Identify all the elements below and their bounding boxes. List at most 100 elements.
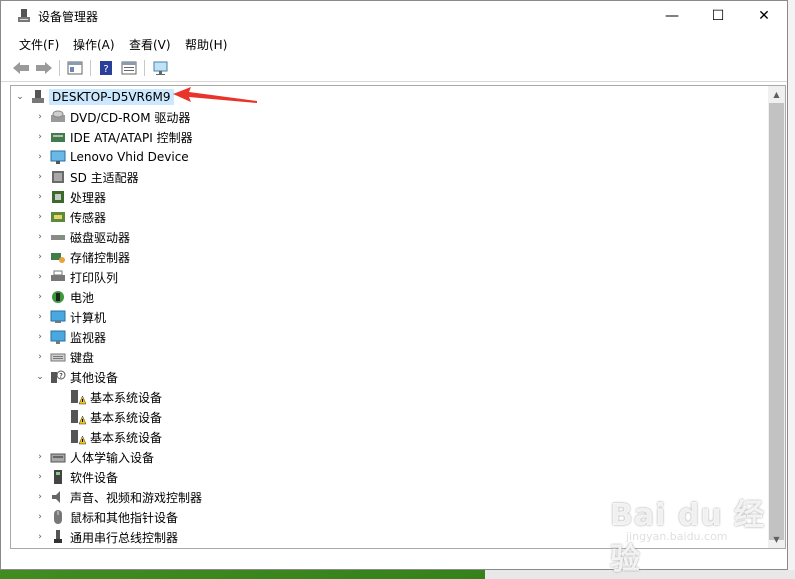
tree-category[interactable]: › IDE ATA/ATAPI 控制器 — [35, 127, 192, 147]
tree-category[interactable]: › SD 主适配器 — [35, 167, 139, 187]
toolbar-separator — [144, 60, 145, 76]
watermark-url: jingyan.baidu.com — [626, 530, 728, 543]
scan-hardware-button[interactable] — [151, 59, 171, 77]
software-device-icon — [50, 469, 66, 485]
expand-chevron-icon[interactable]: › — [35, 272, 45, 282]
warning-device-icon — [70, 409, 87, 425]
tree-item-label: Lenovo Vhid Device — [70, 150, 189, 164]
expand-chevron-icon[interactable]: › — [35, 352, 45, 362]
tree-category[interactable]: › 键盘 — [35, 347, 94, 367]
collapse-chevron-icon[interactable]: ⌄ — [15, 92, 25, 102]
tree-item-label: 打印队列 — [70, 270, 119, 285]
menu-view[interactable]: 查看(V) — [129, 36, 171, 53]
scroll-up-arrow-icon[interactable]: ▲ — [768, 86, 785, 103]
expand-chevron-icon[interactable]: › — [35, 332, 45, 342]
collapse-chevron-icon[interactable]: ⌄ — [35, 372, 45, 382]
tree-category[interactable]: › 鼠标和其他指针设备 — [35, 507, 178, 527]
device-manager-window: 设备管理器 — ☐ ✕ 文件(F) 操作(A) 查看(V) 帮助(H) ? ⌄ … — [0, 0, 788, 570]
tree-item-label: 鼠标和其他指针设备 — [70, 510, 179, 525]
tree-category[interactable]: › 软件设备 — [35, 467, 118, 487]
help-button[interactable]: ? — [96, 59, 116, 77]
properties-icon — [121, 61, 137, 75]
expand-chevron-icon[interactable]: › — [35, 152, 45, 162]
tree-category[interactable]: › 磁盘驱动器 — [35, 227, 130, 247]
scroll-thumb[interactable] — [769, 103, 784, 540]
tree-item-label: 传感器 — [70, 210, 107, 225]
expand-chevron-icon[interactable]: › — [35, 492, 45, 502]
annotation-arrow-icon — [173, 87, 257, 103]
tree-root-computer[interactable]: ⌄ DESKTOP-D5VR6M9 — [15, 87, 174, 107]
right-gutter — [788, 0, 795, 570]
tree-category[interactable]: › 计算机 — [35, 307, 106, 327]
processor-icon — [50, 189, 66, 205]
tree-device-item[interactable]: 基本系统设备 — [55, 387, 162, 407]
tree-category[interactable]: ⌄? 其他设备 — [35, 367, 118, 387]
ide-controller-icon — [50, 129, 66, 145]
sd-adapter-icon — [50, 169, 66, 185]
tree-category[interactable]: › 通用串行总线控制器 — [35, 527, 178, 547]
device-tree: ⌄ DESKTOP-D5VR6M9 › DVD/CD-ROM 驱动器 › IDE ATA/… — [10, 85, 786, 549]
expand-chevron-icon[interactable]: › — [35, 192, 45, 202]
expand-chevron-icon[interactable]: › — [35, 512, 45, 522]
expand-chevron-icon[interactable]: › — [35, 132, 45, 142]
tree-item-label: 存储控制器 — [70, 250, 131, 265]
tree-category[interactable]: › 打印队列 — [35, 267, 118, 287]
tree-category[interactable]: › 电池 — [35, 287, 94, 307]
tree-item-label: 处理器 — [70, 190, 107, 205]
tree-item-label: 声音、视频和游戏控制器 — [70, 490, 203, 505]
console-tree-icon — [67, 61, 83, 75]
tree-item-label: 基本系统设备 — [90, 430, 163, 445]
tree-category[interactable]: › DVD/CD-ROM 驱动器 — [35, 107, 190, 127]
tree-item-label: DVD/CD-ROM 驱动器 — [70, 110, 191, 125]
expand-chevron-icon[interactable]: › — [35, 232, 45, 242]
tree-category[interactable]: › 处理器 — [35, 187, 106, 207]
forward-button[interactable] — [34, 59, 54, 77]
scan-hardware-icon — [153, 61, 168, 75]
tree-category[interactable]: › 存储控制器 — [35, 247, 130, 267]
expand-chevron-icon[interactable]: › — [35, 172, 45, 182]
vertical-scrollbar[interactable]: ▲ ▼ — [768, 86, 785, 548]
mouse-icon — [50, 509, 66, 525]
back-button[interactable] — [11, 59, 31, 77]
dvd-drive-icon — [50, 109, 66, 125]
tree-item-label: 通用串行总线控制器 — [70, 530, 179, 545]
menu-help[interactable]: 帮助(H) — [185, 36, 227, 53]
expand-chevron-icon[interactable]: › — [35, 252, 45, 262]
tree-device-item[interactable]: 基本系统设备 — [55, 407, 162, 427]
forward-arrow-icon — [36, 62, 52, 74]
properties-button[interactable] — [119, 59, 139, 77]
expand-chevron-icon[interactable]: › — [35, 292, 45, 302]
menu-bar: 文件(F) 操作(A) 查看(V) 帮助(H) — [1, 32, 787, 54]
expand-chevron-icon[interactable]: › — [35, 212, 45, 222]
hid-icon — [50, 449, 66, 465]
tree-device-item[interactable]: 基本系统设备 — [55, 427, 162, 447]
usb-icon — [50, 529, 66, 545]
tree-category[interactable]: › 声音、视频和游戏控制器 — [35, 487, 202, 507]
tree-category[interactable]: › Lenovo Vhid Device — [35, 147, 189, 167]
device-manager-app-icon — [16, 8, 32, 24]
sensor-icon — [50, 209, 66, 225]
expand-chevron-icon[interactable]: › — [35, 532, 45, 542]
back-arrow-icon — [13, 62, 29, 74]
close-button[interactable]: ✕ — [741, 1, 787, 31]
computer-icon — [50, 309, 66, 325]
maximize-button[interactable]: ☐ — [695, 1, 741, 31]
show-hide-console-tree-button[interactable] — [65, 59, 85, 77]
tree-root-label: DESKTOP-D5VR6M9 — [49, 89, 174, 105]
display-device-icon — [50, 149, 66, 165]
window-title: 设备管理器 — [38, 10, 99, 24]
tree-category[interactable]: › 传感器 — [35, 207, 106, 227]
expand-chevron-icon[interactable]: › — [35, 452, 45, 462]
close-icon: ✕ — [758, 8, 770, 24]
menu-action[interactable]: 操作(A) — [73, 36, 115, 53]
keyboard-icon — [50, 349, 66, 365]
tree-category[interactable]: › 监视器 — [35, 327, 106, 347]
menu-file[interactable]: 文件(F) — [19, 36, 59, 53]
tree-category[interactable]: › 人体学输入设备 — [35, 447, 154, 467]
expand-chevron-icon[interactable]: › — [35, 112, 45, 122]
expand-chevron-icon[interactable]: › — [35, 472, 45, 482]
minimize-button[interactable]: — — [649, 1, 695, 31]
expand-chevron-icon[interactable]: › — [35, 312, 45, 322]
tree-item-label: SD 主适配器 — [70, 170, 139, 185]
title-bar: 设备管理器 — ☐ ✕ — [1, 1, 787, 31]
